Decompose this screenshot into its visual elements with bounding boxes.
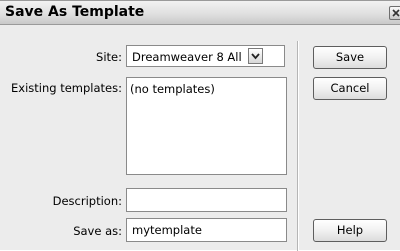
save-as-template-dialog: Save As Template Site: Dreamweaver 8 All… — [0, 0, 400, 251]
vertical-divider — [297, 41, 299, 251]
save-as-field[interactable] — [126, 218, 287, 242]
site-label: Site: — [96, 50, 122, 64]
existing-templates-label: Existing templates: — [11, 81, 122, 95]
list-item[interactable]: (no templates) — [130, 82, 283, 96]
existing-templates-list[interactable]: (no templates) — [126, 77, 287, 175]
chevron-down-icon — [251, 53, 260, 60]
save-button[interactable]: Save — [313, 46, 387, 69]
close-button[interactable] — [389, 6, 400, 20]
save-as-label: Save as: — [73, 224, 122, 238]
site-select[interactable]: Dreamweaver 8 All In One — [126, 45, 285, 67]
dialog-title: Save As Template — [5, 4, 145, 20]
description-field[interactable] — [126, 188, 287, 212]
site-dropdown-button[interactable] — [248, 48, 263, 64]
description-label: Description: — [52, 194, 122, 208]
site-select-value: Dreamweaver 8 All In One — [132, 50, 244, 64]
cancel-button[interactable]: Cancel — [313, 77, 387, 100]
close-icon — [392, 9, 400, 17]
help-button[interactable]: Help — [313, 219, 387, 242]
title-bar[interactable]: Save As Template — [0, 1, 400, 25]
